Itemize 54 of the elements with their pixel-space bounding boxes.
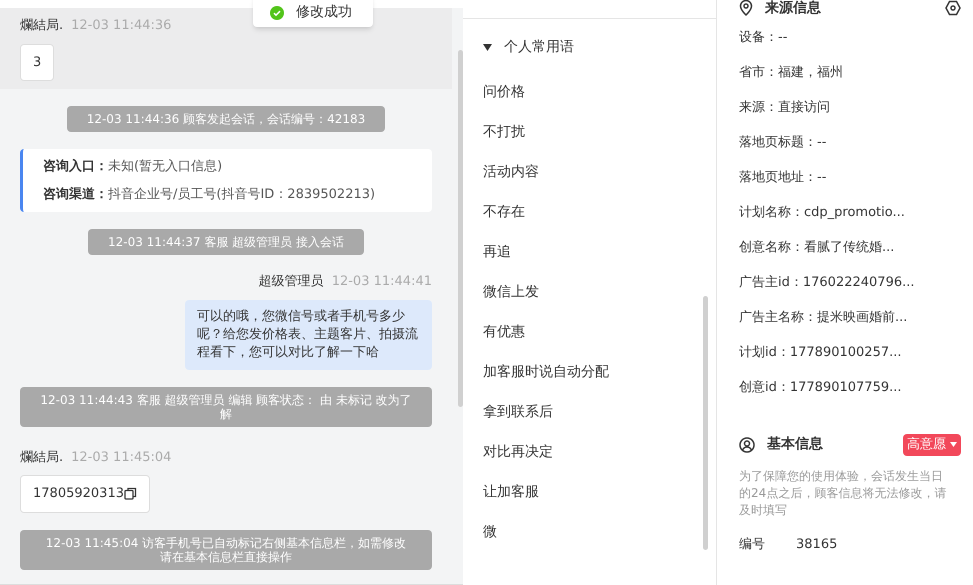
phrase-item[interactable]: 不打扰 bbox=[463, 112, 716, 152]
field-label: 编号 bbox=[739, 536, 766, 554]
phrase-item[interactable]: 不存在 bbox=[463, 192, 716, 232]
sender-name: 爛結局. bbox=[20, 17, 64, 35]
intent-tag-dropdown[interactable]: 高意愿 bbox=[903, 434, 961, 456]
system-notice: 12-03 11:44:36 顾客发起会话，会话编号：42183 bbox=[66, 106, 386, 132]
info-field: 广告主id：176022240796... bbox=[739, 274, 961, 309]
info-field: 省市：福建，福州 bbox=[739, 64, 961, 99]
copy-icon[interactable] bbox=[124, 487, 137, 500]
scrollbar[interactable] bbox=[458, 50, 463, 407]
phrase-group-header[interactable]: 个人常用语 bbox=[463, 19, 716, 72]
info-field: 设备：-- bbox=[739, 29, 961, 64]
info-field: 创意id：177890107759... bbox=[739, 379, 961, 414]
notice-text: 为了保障您的使用体验，会话发生当日的24点之后，顾客信息将无法修改，请及时填写 bbox=[739, 468, 948, 518]
system-notice: 12-03 11:45:04 访客手机号已自动标记右侧基本信息栏，如需修改请在基本信息栏直接操作 bbox=[20, 530, 432, 570]
phrase-item[interactable]: 微 bbox=[463, 512, 716, 552]
phrase-item[interactable]: 让加客服 bbox=[463, 472, 716, 512]
phrase-item[interactable]: 活动内容 bbox=[463, 152, 716, 192]
system-notice: 12-03 11:44:37 客服 超级管理员 接入会话 bbox=[88, 229, 364, 255]
message-bubble: 17805920313 bbox=[20, 475, 150, 512]
scrollbar[interactable] bbox=[703, 296, 708, 550]
phrase-item[interactable]: 微信上发 bbox=[463, 272, 716, 312]
phrase-item[interactable]: 拿到联系后 bbox=[463, 392, 716, 432]
phrase-item[interactable]: 问价格 bbox=[463, 72, 716, 112]
toast: 修改成功 bbox=[253, 0, 373, 27]
section-title: 基本信息 bbox=[767, 435, 824, 454]
check-circle-icon bbox=[270, 6, 284, 20]
info-field: 落地页地址：-- bbox=[739, 169, 961, 204]
field-value: 38165 bbox=[796, 536, 838, 554]
phrase-item[interactable]: 加客服时说自动分配 bbox=[463, 352, 716, 392]
phrase-item[interactable]: 有优惠 bbox=[463, 312, 716, 352]
caret-icon bbox=[950, 442, 957, 448]
info-field: 计划名称：cdp_promotio... bbox=[739, 204, 961, 239]
section-title: 来源信息 bbox=[765, 0, 822, 18]
info-line: 咨询入口：未知(暂无入口信息) bbox=[43, 158, 224, 176]
message-time: 12-03 11:44:36 bbox=[71, 17, 172, 35]
info-field: 计划id：177890100257... bbox=[739, 344, 961, 379]
location-pin-icon bbox=[739, 0, 753, 16]
message-time: 12-03 11:45:04 bbox=[71, 448, 172, 466]
info-field: 落地页标题：-- bbox=[739, 134, 961, 169]
info-line: 咨询渠道：抖音企业号/员工号(抖音号ID：2839502213) bbox=[43, 186, 376, 204]
message-bubble: 3 bbox=[20, 44, 54, 81]
phrase-item[interactable]: 再追 bbox=[463, 232, 716, 272]
info-field: 创意名称：看腻了传统婚... bbox=[739, 239, 961, 274]
user-circle-icon bbox=[739, 436, 755, 453]
info-field: 广告主名称：提米映画婚前... bbox=[739, 309, 961, 344]
system-notice: 12-03 11:44:43 客服 超级管理员 编辑 顾客状态： 由 未标记 改为了解 bbox=[20, 386, 432, 426]
settings-icon[interactable] bbox=[945, 0, 961, 16]
phrase-item[interactable]: 对比再决定 bbox=[463, 432, 716, 472]
message-bubble: 可以的哦，您微信号或者手机号多少呢？给您发价格表、主题客片、拍摄流程看下，您可以对比了解一下哈 bbox=[185, 300, 432, 370]
sender-name: 超级管理员 bbox=[258, 273, 324, 291]
info-field: 来源：直接访问 bbox=[739, 99, 961, 134]
sender-name: 爛結局. bbox=[20, 448, 64, 466]
message-time: 12-03 11:44:41 bbox=[332, 273, 432, 291]
